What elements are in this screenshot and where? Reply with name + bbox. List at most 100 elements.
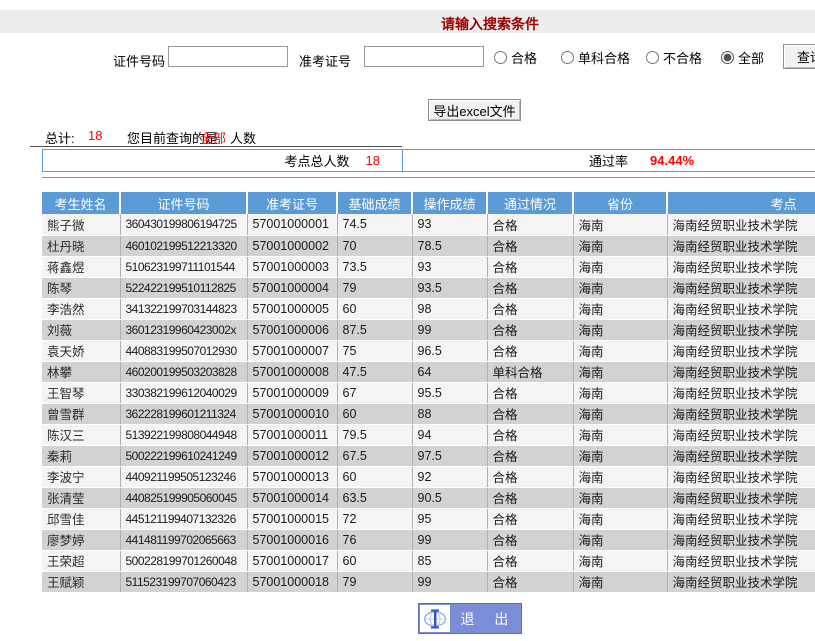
cell-id-number: 513922199808044948 (120, 424, 247, 445)
cell-op-score: 99 (412, 319, 487, 340)
cell-id-number: 440883199507012930 (120, 340, 247, 361)
header-op: 操作成绩 (412, 192, 487, 214)
exit-button[interactable]: 退 出 (418, 603, 522, 634)
cell-province: 海南 (573, 424, 667, 445)
cell-admission-no: 57001000011 (247, 424, 337, 445)
cell-name: 廖梦婷 (42, 529, 120, 550)
cell-op-score: 90.5 (412, 487, 487, 508)
cell-name: 刘薇 (42, 319, 120, 340)
cell-province: 海南 (573, 445, 667, 466)
cell-status: 单科合格 (487, 361, 573, 382)
cell-id-number: 362228199601211324 (120, 403, 247, 424)
cell-base-score: 60 (337, 403, 412, 424)
cell-base-score: 87.5 (337, 319, 412, 340)
cell-province: 海南 (573, 403, 667, 424)
cell-admission-no: 57001000007 (247, 340, 337, 361)
table-row: 刘薇36012319960423002x5700100000687.599合格海… (42, 319, 815, 340)
cell-id-number: 360430199806194725 (120, 214, 247, 235)
table-row: 廖梦婷441481199702065663570010000167699合格海南… (42, 529, 815, 550)
results-page: 请输入搜索条件 证件号码 准考证号 合格 单科合格 不合格 全部 查询 导出ex… (0, 0, 815, 641)
cell-admission-no: 57001000017 (247, 550, 337, 571)
table-row: 熊子微3604301998061947255700100000174.593合格… (42, 214, 815, 235)
cell-name: 熊子微 (42, 214, 120, 235)
cell-base-score: 74.5 (337, 214, 412, 235)
cell-id-number: 500228199701260048 (120, 550, 247, 571)
cell-base-score: 67 (337, 382, 412, 403)
radio-fail-input[interactable] (646, 51, 659, 64)
cell-site: 海南经贸职业技术学院 (667, 403, 815, 424)
id-number-label: 证件号码 (113, 51, 165, 70)
radio-pass[interactable]: 合格 (494, 48, 537, 67)
cell-province: 海南 (573, 235, 667, 256)
cell-op-score: 97.5 (412, 445, 487, 466)
cell-admission-no: 57001000009 (247, 382, 337, 403)
radio-all-input[interactable] (721, 51, 734, 64)
cell-site: 海南经贸职业技术学院 (667, 508, 815, 529)
cell-province: 海南 (573, 529, 667, 550)
cell-site: 海南经贸职业技术学院 (667, 235, 815, 256)
query-suffix: 人数 (230, 128, 256, 147)
cell-id-number: 441481199702065663 (120, 529, 247, 550)
cell-op-score: 94 (412, 424, 487, 445)
cell-province: 海南 (573, 340, 667, 361)
radio-single-pass[interactable]: 单科合格 (561, 48, 630, 67)
cell-status: 合格 (487, 466, 573, 487)
cell-base-score: 73.5 (337, 256, 412, 277)
table-row: 李浩然341322199703144823570010000056098合格海南… (42, 298, 815, 319)
cell-name: 李浩然 (42, 298, 120, 319)
cell-province: 海南 (573, 550, 667, 571)
cell-site: 海南经贸职业技术学院 (667, 424, 815, 445)
cell-province: 海南 (573, 487, 667, 508)
header-site: 考点 (667, 192, 815, 214)
cell-base-score: 63.5 (337, 487, 412, 508)
table-row: 秦莉5002221996102412495700100001267.597.5合… (42, 445, 815, 466)
cell-site: 海南经贸职业技术学院 (667, 319, 815, 340)
cell-admission-no: 57001000006 (247, 319, 337, 340)
radio-all[interactable]: 全部 (721, 48, 764, 67)
cell-base-score: 70 (337, 235, 412, 256)
query-type: 全部 (200, 128, 226, 147)
table-row: 袁天娇440883199507012930570010000077596.5合格… (42, 340, 815, 361)
header-base: 基础成绩 (337, 192, 412, 214)
radio-pass-input[interactable] (494, 51, 507, 64)
radio-single-pass-input[interactable] (561, 51, 574, 64)
cell-name: 曾雪群 (42, 403, 120, 424)
cell-admission-no: 57001000013 (247, 466, 337, 487)
pass-rate-cell: 通过率 94.44% (403, 150, 815, 171)
table-row: 王赋颖511523199707060423570010000187999合格海南… (42, 571, 815, 592)
cell-status: 合格 (487, 340, 573, 361)
cell-id-number: 510623199711101544 (120, 256, 247, 277)
cell-name: 张清莹 (42, 487, 120, 508)
cell-base-score: 79.5 (337, 424, 412, 445)
radio-pass-label: 合格 (511, 48, 537, 67)
cell-status: 合格 (487, 508, 573, 529)
cell-base-score: 60 (337, 466, 412, 487)
cell-status: 合格 (487, 382, 573, 403)
search-button[interactable]: 查询 (783, 44, 815, 69)
cell-status: 合格 (487, 235, 573, 256)
cell-id-number: 511523199707060423 (120, 571, 247, 592)
cell-status: 合格 (487, 214, 573, 235)
cell-province: 海南 (573, 508, 667, 529)
cell-name: 秦莉 (42, 445, 120, 466)
table-row: 邱雪佳445121199407132326570010000157295合格海南… (42, 508, 815, 529)
cell-base-score: 67.5 (337, 445, 412, 466)
cell-status: 合格 (487, 487, 573, 508)
site-total-label: 考点总人数 (285, 151, 350, 170)
cell-site: 海南经贸职业技术学院 (667, 214, 815, 235)
table-row: 曾雪群362228199601211324570010000106088合格海南… (42, 403, 815, 424)
radio-fail[interactable]: 不合格 (646, 48, 702, 67)
cell-id-number: 445121199407132326 (120, 508, 247, 529)
cell-status: 合格 (487, 529, 573, 550)
header-id: 证件号码 (120, 192, 247, 214)
table-row: 陈琴522422199510112825570010000047993.5合格海… (42, 277, 815, 298)
id-number-input[interactable] (168, 46, 288, 67)
cell-op-score: 93 (412, 214, 487, 235)
cell-id-number: 460102199512213320 (120, 235, 247, 256)
cell-site: 海南经贸职业技术学院 (667, 550, 815, 571)
table-row: 李波宁440921199505123246570010000136092合格海南… (42, 466, 815, 487)
export-excel-button[interactable]: 导出excel文件 (428, 99, 521, 121)
admission-no-input[interactable] (364, 46, 484, 67)
cell-status: 合格 (487, 256, 573, 277)
cell-admission-no: 57001000002 (247, 235, 337, 256)
